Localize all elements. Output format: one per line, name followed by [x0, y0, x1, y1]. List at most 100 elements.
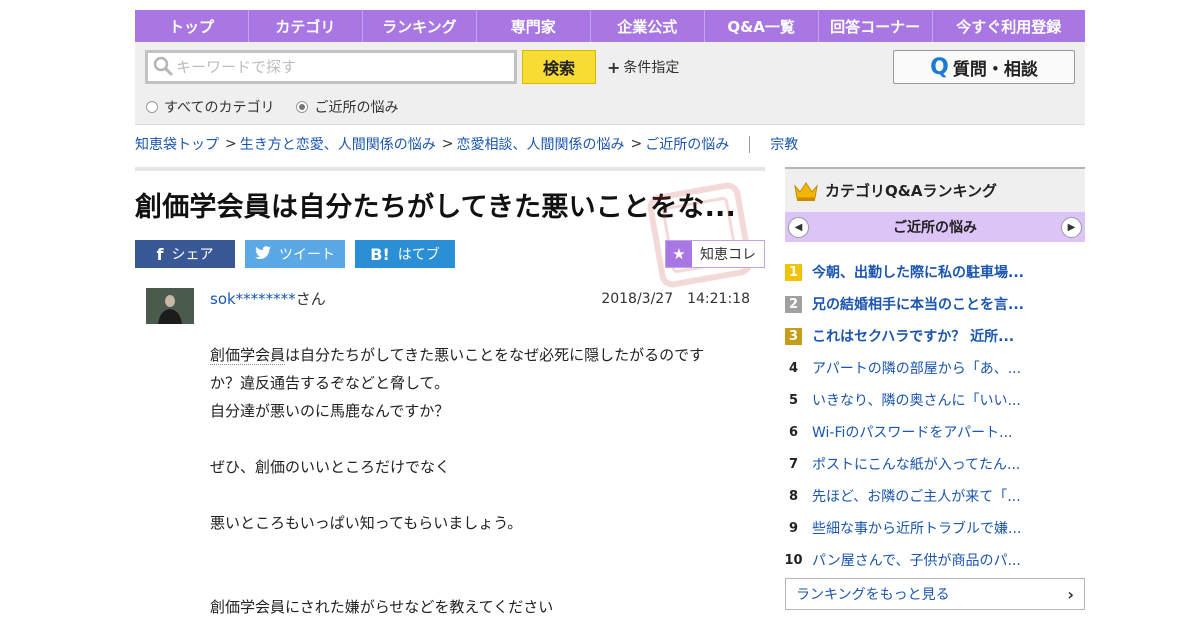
more-ranking-button[interactable]: ランキングをもっと見る ›	[785, 578, 1085, 610]
nav-top[interactable]: トップ	[135, 10, 249, 42]
next-category-button[interactable]: ▶	[1061, 216, 1082, 238]
nav-category[interactable]: カテゴリ	[249, 10, 363, 42]
hatena-icon: B!	[370, 244, 390, 264]
prev-category-button[interactable]: ◀	[788, 216, 809, 238]
keyword-link[interactable]: 創価学会員	[210, 346, 286, 365]
body-line: ぜひ、創価のいいところだけでなく	[210, 458, 451, 476]
ranking-item: 6 Wi-Fiのパスワードをアパート...	[785, 416, 1085, 448]
avatar[interactable]	[146, 288, 194, 324]
divider	[749, 135, 751, 153]
breadcrumb-item[interactable]: 恋愛相談、人間関係の悩み	[456, 134, 624, 154]
ranking-item: 10 パン屋さんで、子供が商品のパ...	[784, 544, 1085, 576]
nav-answer-corner[interactable]: 回答コーナー	[819, 10, 933, 42]
nav-qa-list[interactable]: Q&A一覧	[705, 10, 819, 42]
search-box	[145, 50, 517, 84]
ranking-category: ご近所の悩み	[893, 220, 977, 236]
conditions-label: 条件指定	[623, 60, 680, 76]
radio-current-category[interactable]: ご近所の悩み	[296, 97, 398, 117]
twitter-icon	[255, 245, 271, 264]
twitter-share-button[interactable]: ツイート	[245, 240, 345, 268]
ranking-link[interactable]: 今朝、出勤した際に私の駐車場...	[812, 262, 1024, 282]
search-area: 検索 + 条件指定 Q 質問・相談 すべてのカテゴリ ご近所の悩み	[135, 42, 1085, 125]
body-line: 悪いところもいっぱい知ってもらいましょう。	[210, 514, 523, 532]
ranking-list: 1 今朝、出勤した際に私の駐車場... 2 兄の結婚相手に本当のことを言... …	[784, 256, 1085, 576]
ranking-item: 2 兄の結婚相手に本当のことを言...	[785, 288, 1085, 320]
facebook-icon: f	[156, 244, 164, 264]
search-button[interactable]: 検索	[522, 50, 596, 84]
q-icon: Q	[930, 54, 949, 80]
ranking-item: 3 これはセクハラですか？ 近所...	[785, 320, 1085, 352]
rank-number: 4	[788, 360, 799, 376]
ranking-category-bar: ◀ ご近所の悩み ▶	[785, 212, 1085, 242]
ranking-link[interactable]: いきなり、隣の奥さんに「いい...	[812, 390, 1021, 410]
rank-number: 7	[788, 456, 799, 472]
body-blank	[210, 425, 750, 453]
rank-number: 6	[788, 424, 799, 440]
nav-ranking[interactable]: ランキング	[363, 10, 477, 42]
rank-badge: 3	[785, 327, 802, 345]
share-label: ツイート	[279, 247, 335, 263]
questioner: sok********さん	[210, 288, 326, 309]
ranking-item: 1 今朝、出勤した際に私の駐車場...	[785, 256, 1085, 288]
nav-experts[interactable]: 専門家	[477, 10, 591, 42]
breadcrumb-item[interactable]: 知恵袋トップ	[135, 134, 219, 154]
radio-label: すべてのカテゴリ	[164, 100, 275, 116]
hatena-share-button[interactable]: B! はてブ	[355, 240, 455, 268]
ranking-link[interactable]: ポストにこんな紙が入ってたん...	[812, 454, 1020, 474]
chevron-right-icon: ›	[1067, 584, 1074, 604]
conditions-link[interactable]: + 条件指定	[607, 57, 679, 77]
ask-question-label: 質問・相談	[952, 59, 1038, 80]
ranking-link[interactable]: これはセクハラですか？ 近所...	[812, 326, 1014, 346]
ranking-header: カテゴリQ&Aランキング	[785, 167, 1085, 212]
ranking-link[interactable]: 兄の結婚相手に本当のことを言...	[812, 294, 1024, 314]
breadcrumb-item[interactable]: ご近所の悩み	[645, 134, 729, 154]
body-blank	[210, 565, 750, 593]
nav-corporate[interactable]: 企業公式	[591, 10, 705, 42]
breadcrumb-item[interactable]: 生き方と恋愛、人間関係の悩み	[240, 134, 436, 154]
ranking-item: 5 いきなり、隣の奥さんに「いい...	[785, 384, 1085, 416]
search-input[interactable]	[176, 54, 506, 80]
question-body: 創価学会員は自分たちがしてきた悪いことをなぜ必死に隠したがるのです か？違反通告…	[210, 341, 750, 621]
tag-link[interactable]: 宗教	[770, 134, 798, 154]
body-line: か？違反通告するぞなどと脅して。	[210, 374, 450, 392]
star-icon: ★	[666, 241, 692, 267]
radio-all-categories[interactable]: すべてのカテゴリ	[146, 97, 274, 117]
nav-register[interactable]: 今すぐ利用登録	[933, 10, 1085, 42]
category-ranking: カテゴリQ&Aランキング ◀ ご近所の悩み ▶ 1 今朝、出勤した際に私の駐車場…	[784, 167, 1085, 610]
breadcrumb: 知恵袋トップ > 生き方と恋愛、人間関係の悩み > 恋愛相談、人間関係の悩み >…	[135, 134, 798, 154]
ranking-item: 8 先ほど、お隣のご主人が来て「...	[785, 480, 1085, 512]
share-buttons: f シェア ツイート B! はてブ	[135, 240, 465, 268]
ranking-link[interactable]: Wi-Fiのパスワードをアパート...	[812, 422, 1012, 442]
ranking-item: 9 些細な事から近所トラブルで嫌...	[785, 512, 1085, 544]
ranking-link[interactable]: 先ほど、お隣のご主人が来て「...	[812, 486, 1021, 506]
user-name-link[interactable]: sok********	[210, 290, 296, 308]
ranking-link[interactable]: 些細な事から近所トラブルで嫌...	[812, 518, 1021, 538]
ranking-link[interactable]: アパートの隣の部屋から「あ、...	[812, 358, 1021, 378]
breadcrumb-separator: >	[441, 136, 454, 152]
chiecolle-label: 知恵コレ	[700, 247, 756, 263]
rank-badge: 1	[785, 263, 802, 281]
divider	[135, 167, 765, 171]
ranking-item: 7 ポストにこんな紙が入ってたん...	[785, 448, 1085, 480]
ranking-link[interactable]: パン屋さんで、子供が商品のパ...	[812, 550, 1021, 570]
rank-badge: 2	[785, 295, 802, 313]
radio-dot	[146, 101, 158, 113]
search-icon	[152, 55, 176, 79]
user-suffix: さん	[295, 290, 326, 308]
chiecolle-button[interactable]: ★ 知恵コレ	[665, 240, 765, 268]
body-line: 創価学会員は自分たちがしてきた悪いことをなぜ必死に隠したがるのです	[210, 341, 750, 369]
share-label: シェア	[171, 247, 214, 263]
rank-number: 5	[788, 392, 799, 408]
stamp-watermark	[647, 182, 753, 288]
crown-icon	[794, 181, 818, 201]
facebook-share-button[interactable]: f シェア	[135, 240, 235, 268]
ranking-item: 4 アパートの隣の部屋から「あ、...	[785, 352, 1085, 384]
body-blank	[210, 481, 750, 509]
ask-question-button[interactable]: Q 質問・相談	[893, 50, 1075, 84]
share-label: はてブ	[397, 247, 440, 263]
plus-icon: +	[607, 57, 621, 77]
body-text: は自分たちがしてきた悪いことをなぜ必死に隠したがるのです	[285, 346, 705, 364]
body-line: 自分達が悪いのに馬鹿なんですか？	[210, 402, 450, 420]
body-line: 創価学会員にされた嫌がらせなどを教えてください	[210, 598, 554, 616]
body-blank	[210, 537, 750, 565]
